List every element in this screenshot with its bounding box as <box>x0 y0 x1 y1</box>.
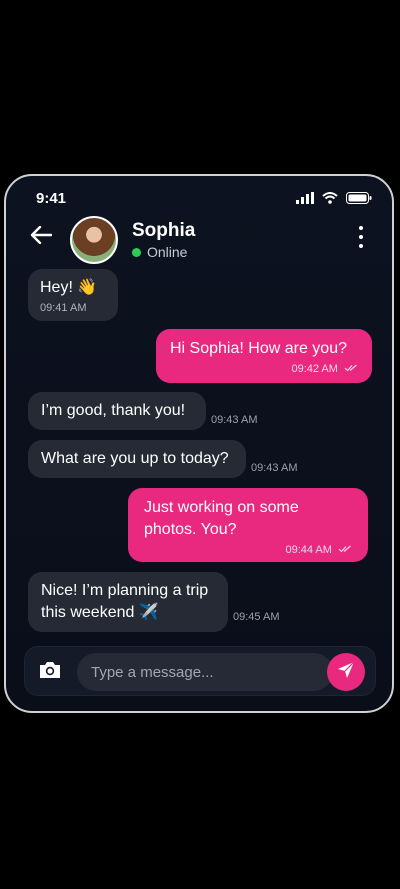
message-time-text: 09:42 AM <box>291 363 338 375</box>
message-bubble-incoming[interactable]: I’m good, thank you! <box>28 392 206 430</box>
contact-name: Sophia <box>132 220 196 241</box>
message-time: 09:44 AM <box>144 543 352 557</box>
message-text: Hey! 👋 <box>40 279 98 296</box>
online-status-dot <box>132 247 141 257</box>
message-text: Nice! I’m planning a trip this weekend ✈… <box>41 582 209 621</box>
message-time: 09:43 AM <box>211 414 258 426</box>
contact-status-text: Online <box>147 244 188 260</box>
message-time: 09:42 AM <box>170 362 358 376</box>
phone-frame: 9:41 Sophia Online Hey! 👋 09:41 AM Hi So… <box>4 174 394 713</box>
status-bar: 9:41 <box>6 176 392 216</box>
message-time: 09:45 AM <box>233 611 280 623</box>
message-time: 09:41 AM <box>40 302 87 314</box>
double-check-icon <box>335 544 352 556</box>
message-text: Hi Sophia! How are you? <box>170 340 347 357</box>
message-text: What are you up to today? <box>41 450 229 467</box>
message-bubble-outgoing[interactable]: Just working on some photos. You? 09:44 … <box>128 488 368 562</box>
wifi-icon <box>322 192 338 204</box>
message-bubble-incoming[interactable]: What are you up to today? <box>28 440 246 478</box>
send-icon <box>337 661 355 684</box>
message-text: I’m good, thank you! <box>41 402 186 419</box>
message-text: Just working on some photos. You? <box>144 499 299 538</box>
message-bubble-incoming[interactable]: Nice! I’m planning a trip this weekend ✈… <box>28 572 228 632</box>
camera-button[interactable] <box>37 659 63 685</box>
camera-icon <box>38 660 62 685</box>
more-options-button[interactable] <box>356 226 366 248</box>
status-time: 9:41 <box>36 190 67 207</box>
send-button[interactable] <box>327 653 365 691</box>
contact-status: Online <box>132 244 187 260</box>
message-time-text: 09:44 AM <box>285 544 332 556</box>
back-button[interactable] <box>28 224 54 250</box>
message-bubble-outgoing[interactable]: Hi Sophia! How are you? 09:42 AM <box>156 329 372 383</box>
status-icons <box>296 192 372 204</box>
signal-icon <box>296 192 314 204</box>
more-vert-icon <box>359 226 363 248</box>
message-composer <box>24 646 376 696</box>
avatar[interactable] <box>70 216 118 264</box>
back-arrow-icon <box>30 225 53 249</box>
battery-icon <box>346 192 372 204</box>
chat-header: Sophia Online <box>6 216 392 272</box>
double-check-icon <box>341 363 358 375</box>
message-bubble-incoming[interactable]: Hey! 👋 09:41 AM <box>28 269 118 321</box>
message-time: 09:43 AM <box>251 462 298 474</box>
message-input[interactable] <box>77 653 333 691</box>
